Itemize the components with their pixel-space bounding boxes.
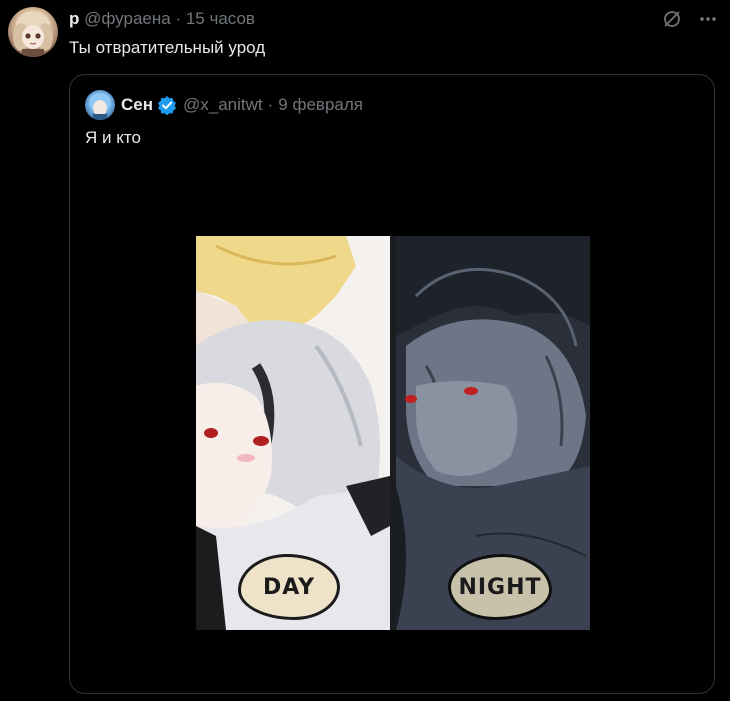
more-icon[interactable] — [698, 9, 718, 29]
quoted-author-name[interactable]: Сен — [121, 95, 153, 115]
tweet-header: р @фураена · 15 часов — [69, 9, 255, 29]
night-panel: NIGHT — [396, 236, 590, 630]
grok-icon[interactable] — [662, 9, 682, 29]
user-avatar[interactable] — [8, 7, 58, 57]
day-label: DAY — [238, 554, 340, 620]
tweet[interactable]: р @фураена · 15 часов Ты отвратительный … — [0, 0, 730, 701]
night-label: NIGHT — [448, 554, 552, 620]
tweet-time[interactable]: 15 часов — [186, 9, 255, 28]
author-name[interactable]: р — [69, 9, 79, 28]
day-panel: DAY — [196, 236, 390, 630]
quoted-author-avatar[interactable] — [85, 90, 115, 120]
verified-badge-icon — [157, 95, 177, 116]
separator: · — [267, 95, 274, 114]
quoted-tweet-image[interactable]: DAY NIGHT — [196, 236, 590, 630]
quoted-tweet-text: Я и кто — [85, 128, 141, 147]
separator: · — [175, 9, 182, 28]
quoted-tweet-header: Сен @x_anitwt · 9 февраля — [121, 95, 363, 116]
quoted-tweet-date[interactable]: 9 февраля — [278, 95, 363, 115]
tweet-text: Ты отвратительный урод — [69, 38, 266, 57]
quoted-tweet[interactable]: Сен @x_anitwt · 9 февраля Я и кто DAY NI… — [69, 74, 715, 694]
quoted-author-handle[interactable]: @x_anitwt — [183, 95, 263, 115]
author-handle[interactable]: @фураена — [84, 9, 171, 28]
